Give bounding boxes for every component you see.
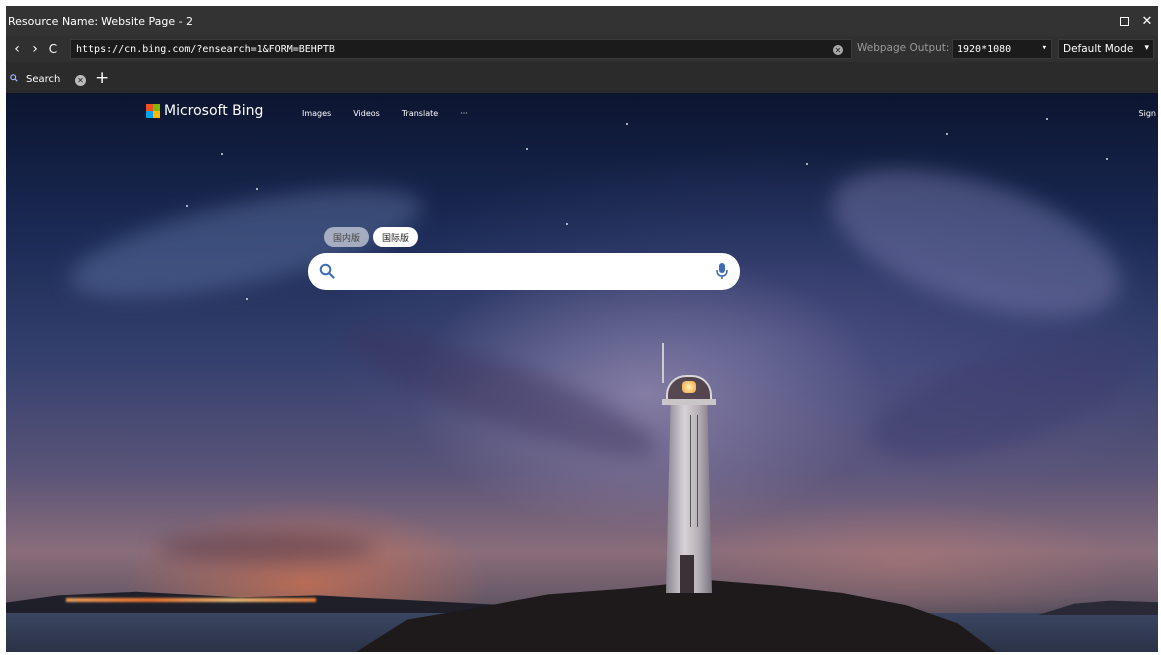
mode-select[interactable]: Default Mode ▾ (1058, 39, 1154, 59)
url-input[interactable]: https://cn.bing.com/?ensearch=1&FORM=BEH… (70, 39, 852, 59)
tab-search[interactable]: Search (10, 71, 60, 87)
webpage-view: Microsoft Bing Images Videos Translate ·… (6, 93, 1158, 652)
search-box (308, 253, 740, 290)
search-icon[interactable] (319, 263, 335, 279)
star (806, 163, 808, 165)
pill-international-edition[interactable]: 国际版 (373, 227, 419, 247)
lighthouse-lamp (682, 381, 696, 393)
star (1106, 158, 1108, 160)
bing-logo[interactable]: Microsoft Bing (146, 103, 263, 119)
webpage-output-label: Webpage Output: (857, 42, 950, 54)
microphone-icon[interactable] (716, 262, 728, 280)
star (626, 123, 628, 125)
add-tab-icon[interactable]: + (95, 68, 109, 88)
pill-china-edition[interactable]: 国内版 (324, 227, 370, 247)
star (526, 148, 528, 150)
lighthouse (662, 343, 716, 593)
tab-bar: Search ✕ + (6, 62, 1158, 93)
maximize-icon[interactable] (1117, 14, 1131, 28)
navigation-bar: ‹ › C https://cn.bing.com/?ensearch=1&FO… (6, 36, 1158, 62)
search-input[interactable] (344, 258, 694, 285)
resolution-value: 1920*1080 (957, 43, 1012, 55)
coastline-right (1038, 600, 1158, 615)
tab-label: Search (26, 73, 61, 85)
nav-link-translate[interactable]: Translate (402, 109, 438, 118)
star (246, 298, 248, 300)
star (946, 133, 948, 135)
star (221, 153, 223, 155)
microsoft-logo-icon (146, 104, 160, 118)
nav-link-images[interactable]: Images (302, 109, 331, 118)
cloud (858, 311, 1154, 485)
search-icon (10, 74, 18, 84)
lighthouse-door (680, 555, 694, 593)
star (1046, 118, 1048, 120)
window-title: Website Page - 2 (101, 14, 194, 28)
close-icon[interactable]: ✕ (1140, 14, 1154, 29)
tab-close-icon[interactable]: ✕ (75, 75, 86, 86)
region-toggle: 国内版 国际版 (324, 227, 419, 247)
city-lights (66, 598, 316, 602)
back-icon[interactable]: ‹ (10, 36, 24, 62)
sign-in-link[interactable]: Sign (1139, 109, 1156, 118)
nav-link-videos[interactable]: Videos (353, 109, 380, 118)
star (186, 205, 188, 207)
cloud (814, 139, 1138, 347)
title-bar: Resource Name: Website Page - 2 ✕ (6, 6, 1158, 36)
star (566, 223, 568, 225)
mode-value: Default Mode (1063, 43, 1134, 55)
forward-icon[interactable]: › (28, 36, 42, 62)
url-text: https://cn.bing.com/?ensearch=1&FORM=BEH… (76, 43, 335, 55)
bing-logo-text: Microsoft Bing (164, 103, 264, 119)
nav-more-icon[interactable]: ··· (460, 109, 468, 118)
refresh-icon[interactable]: C (46, 36, 60, 62)
clear-url-icon[interactable]: ✕ (833, 45, 843, 55)
star (256, 188, 258, 190)
title-prefix: Resource Name: (8, 14, 99, 28)
app-window: Resource Name: Website Page - 2 ✕ ‹ › C … (6, 6, 1158, 652)
bing-top-nav: Images Videos Translate ··· (302, 109, 468, 118)
chevron-down-icon: ▾ (1144, 43, 1149, 53)
chevron-down-icon: ▾ (1041, 43, 1047, 53)
cloud (335, 308, 667, 478)
cloud (156, 533, 376, 563)
resolution-select[interactable]: 1920*1080 ▾ (952, 39, 1052, 59)
